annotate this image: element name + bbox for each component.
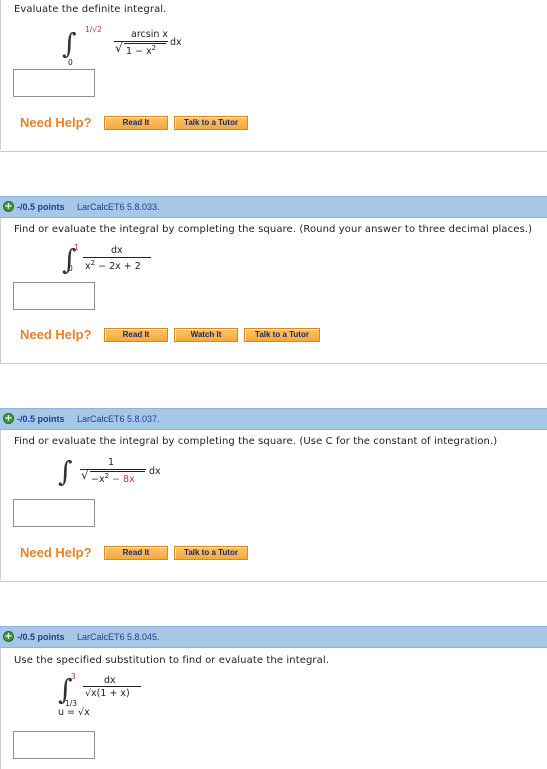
integral-sign: ∫: [58, 455, 73, 488]
answer-input[interactable]: [13, 282, 95, 310]
plus-circle-icon[interactable]: +: [3, 413, 14, 424]
fraction-denominator: 1 − x2: [126, 44, 156, 57]
section-divider: [0, 363, 547, 364]
fraction-bar: [80, 469, 146, 470]
question-prompt: Use the specified substitution to find o…: [14, 655, 330, 666]
section-divider: [0, 581, 547, 582]
fraction-numerator: dx: [104, 675, 116, 686]
question-prompt: Evaluate the definite integral.: [14, 4, 167, 15]
plus-circle-icon[interactable]: +: [3, 201, 14, 212]
question-header: + -/0.5 points LarCalcET6 5.8.045.: [0, 626, 547, 648]
question-header: + -/0.5 points LarCalcET6 5.8.037.: [0, 408, 547, 430]
need-help-label: Need Help?: [20, 115, 92, 130]
denominator-rest: − 8x: [109, 474, 135, 486]
points-label: -/0.5 points: [17, 414, 65, 424]
fraction-denominator: −x2 − 8x: [91, 472, 135, 485]
need-help-label: Need Help?: [20, 327, 92, 342]
points-label: -/0.5 points: [17, 202, 65, 212]
sqrt-symbol: √: [115, 41, 123, 55]
substitution-text: u = √x: [58, 707, 90, 718]
dx-label: dx: [149, 466, 161, 477]
talk-to-tutor-button[interactable]: Talk to a Tutor: [174, 116, 248, 130]
integral-sign: ∫: [62, 27, 77, 60]
fraction-denominator: √x(1 + x): [85, 688, 130, 699]
fraction-numerator: 1: [108, 457, 115, 468]
fraction-denominator: x2 − 2x + 2: [85, 259, 141, 272]
sqrt-symbol: √: [81, 468, 89, 482]
read-it-button[interactable]: Read It: [104, 546, 168, 560]
need-help-label: Need Help?: [20, 545, 92, 560]
exponent: 2: [151, 44, 157, 52]
fraction-bar: [83, 686, 141, 687]
dx-label: dx: [170, 37, 182, 48]
talk-to-tutor-button[interactable]: Talk to a Tutor: [174, 546, 248, 560]
read-it-button[interactable]: Read It: [104, 116, 168, 130]
question-prompt: Find or evaluate the integral by complet…: [14, 436, 498, 447]
integral-lower-limit: 0: [68, 58, 73, 67]
integral-upper-limit: 3: [71, 672, 76, 681]
watch-it-button[interactable]: Watch It: [174, 328, 238, 342]
question-reference: LarCalcET6 5.8.045.: [77, 632, 160, 642]
read-it-button[interactable]: Read It: [104, 328, 168, 342]
fraction-numerator: arcsin x: [131, 29, 168, 40]
plus-circle-icon[interactable]: +: [3, 631, 14, 642]
question-reference: LarCalcET6 5.8.037.: [77, 414, 160, 424]
integral-upper-limit: 1/√2: [85, 25, 102, 34]
points-label: -/0.5 points: [17, 632, 65, 642]
integral-lower-limit: 0: [68, 264, 73, 273]
fraction-bar: [83, 257, 151, 258]
talk-to-tutor-button[interactable]: Talk to a Tutor: [244, 328, 320, 342]
question-prompt: Find or evaluate the integral by complet…: [14, 224, 533, 235]
answer-input[interactable]: [13, 69, 95, 97]
integral-upper-limit: 1: [74, 243, 79, 252]
question-header: + -/0.5 points LarCalcET6 5.8.033.: [0, 196, 547, 218]
fraction-numerator: dx: [111, 245, 123, 256]
answer-input[interactable]: [13, 499, 95, 527]
denominator-text: 1 − x: [126, 46, 152, 58]
question-reference: LarCalcET6 5.8.033.: [77, 202, 160, 212]
section-divider: [0, 151, 547, 152]
answer-input[interactable]: [13, 731, 95, 759]
denominator-rest: − 2x + 2: [95, 261, 141, 273]
denominator-text: −x: [91, 474, 105, 486]
